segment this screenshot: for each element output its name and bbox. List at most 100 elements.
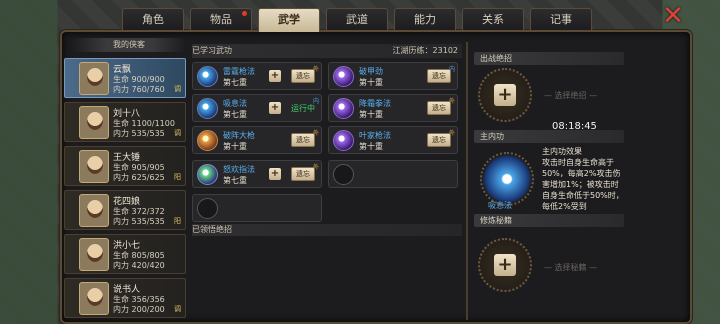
forget-button[interactable]: 遗忘 [291, 133, 315, 147]
forget-button[interactable]: 遗忘 [427, 69, 451, 83]
tab-label: 关系 [482, 13, 504, 26]
skill-icon [197, 130, 218, 151]
combat-move-placeholder: — 选择绝招 — [544, 91, 598, 100]
hero-tag: 阳 [174, 173, 181, 181]
upgrade-button[interactable]: + [269, 102, 281, 114]
hero-mp: 内力 200/200 [113, 305, 165, 314]
hero-card[interactable]: 云飘 生命 900/900 内力 760/760 调 [64, 58, 186, 98]
learned-skills-title: 已学习武功 [192, 46, 232, 55]
hero-mp: 内力 420/420 [113, 261, 165, 270]
skill-name: 破阵大枪 [223, 131, 255, 140]
forget-button[interactable]: 遗忘 [291, 69, 315, 83]
hero-list: 云飘 生命 900/900 内力 760/760 调刘十八 生命 1100/1100 内力… [64, 58, 186, 322]
inner-skill-name: 吸息法 [488, 201, 512, 210]
skill-card[interactable]: 叶家枪法 第十重外遗忘 [328, 126, 458, 154]
combat-move-slot[interactable]: + [478, 68, 532, 122]
section-divider [466, 42, 468, 320]
inner-skill-icon[interactable] [480, 152, 534, 206]
skill-level: 第七重 [223, 78, 247, 87]
close-icon[interactable]: ✕ [660, 3, 686, 29]
skill-icon [333, 130, 354, 151]
skill-name: 雷霆枪法 [223, 67, 255, 76]
hero-mp: 内力 760/760 [113, 85, 165, 94]
skill-name: 叶家枪法 [359, 131, 391, 140]
skill-icon [333, 66, 354, 87]
skill-card[interactable]: 吸息法 第七重内 + 运行中 [192, 94, 322, 122]
tab-3[interactable]: 武道 [326, 8, 388, 30]
secret-manual-slot[interactable]: + [478, 238, 532, 292]
hero-card[interactable]: 花四娘 生命 372/372 内力 535/535 阳 [64, 190, 186, 230]
upgrade-button[interactable]: + [269, 70, 281, 82]
combat-move-title: 出战绝招 [474, 52, 624, 65]
skill-name: 吸息法 [223, 99, 247, 108]
running-status: 运行中 [291, 104, 315, 113]
hero-portrait [79, 282, 109, 315]
tab-label: 物品 [210, 13, 232, 26]
skill-name: 降霜拳法 [359, 99, 391, 108]
hero-tag: 调 [174, 129, 181, 137]
hero-mp: 内力 535/535 [113, 217, 165, 226]
skill-icon [197, 164, 218, 185]
hero-portrait [79, 150, 109, 183]
hero-mp: 内力 535/535 [113, 129, 165, 138]
hero-tag: 阳 [174, 217, 181, 225]
skill-name: 破甲劲 [359, 67, 383, 76]
effect-text: 攻击时自身生命高于50%，每高2%攻击伤害增加1%；被攻击时自身生命低于50%时… [542, 158, 624, 211]
tab-5[interactable]: 关系 [462, 8, 524, 30]
skill-card[interactable]: 怒欢指法 第七重外 + 遗忘 [192, 160, 322, 188]
skill-level: 第七重 [223, 176, 247, 185]
heroes-header: 我的侠客 [72, 38, 186, 52]
add-icon: + [494, 254, 516, 276]
skill-card[interactable]: 破甲劲 第十重内遗忘 [328, 62, 458, 90]
effect-title: 主内功效果 [542, 147, 582, 156]
main-inner-title: 主内功 [474, 130, 624, 143]
tab-1[interactable]: 物品 [190, 8, 252, 30]
hero-mp: 内力 625/625 [113, 173, 165, 182]
skill-level: 第十重 [359, 110, 383, 119]
hero-tag: 调 [174, 85, 181, 93]
learned-skills-header: 已学习武功 江湖历练：23102 [192, 44, 462, 58]
forget-button[interactable]: 遗忘 [291, 167, 315, 181]
skill-card[interactable]: 雷霆枪法 第七重外 + 遗忘 [192, 62, 322, 90]
forget-button[interactable]: 遗忘 [427, 101, 451, 115]
tab-2[interactable]: 武学 [258, 8, 320, 32]
tab-0[interactable]: 角色 [122, 8, 184, 30]
skill-level: 第十重 [359, 78, 383, 87]
skill-card[interactable]: 破阵大枪 第十重外遗忘 [192, 126, 322, 154]
empty-slot-circle [333, 164, 354, 185]
forget-button[interactable]: 遗忘 [427, 133, 451, 147]
hero-card[interactable]: 刘十八 生命 1100/1100 内力 535/535 调 [64, 102, 186, 142]
skill-icon [197, 98, 218, 119]
notification-dot-icon [242, 11, 247, 16]
tab-4[interactable]: 能力 [394, 8, 456, 30]
hero-card[interactable]: 洪小七 生命 805/805 内力 420/420 [64, 234, 186, 274]
secret-manual-title: 修炼秘籍 [474, 214, 624, 227]
jianghu-exp: 江湖历练：23102 [392, 46, 458, 55]
empty-skill-slot[interactable] [328, 160, 458, 188]
comprehended-header: 已领悟绝招 [192, 224, 462, 236]
skill-level: 第十重 [359, 142, 383, 151]
skill-name: 怒欢指法 [223, 165, 255, 174]
empty-skill-slot[interactable] [192, 194, 322, 222]
tab-label: 武道 [346, 13, 368, 26]
skill-level: 第七重 [223, 110, 247, 119]
tab-label: 能力 [414, 13, 436, 26]
hero-card[interactable]: 王大锤 生命 905/905 内力 625/625 阳 [64, 146, 186, 186]
tab-6[interactable]: 记事 [530, 8, 592, 30]
add-icon: + [494, 84, 516, 106]
skill-icon [333, 98, 354, 119]
hero-portrait [79, 106, 109, 139]
hero-card[interactable]: 说书人 生命 356/356 内力 200/200 调 [64, 278, 186, 318]
tab-bar: 角色 物品 武学 武道 能力 关系 记事 [122, 8, 592, 32]
tab-label: 角色 [142, 13, 164, 26]
skill-icon [197, 66, 218, 87]
secret-manual-placeholder: — 选择秘籍 — [544, 263, 598, 272]
hero-portrait [79, 194, 109, 227]
skill-card[interactable]: 降霜拳法 第十重外遗忘 [328, 94, 458, 122]
tab-label: 记事 [550, 13, 572, 26]
hero-portrait [79, 62, 109, 95]
hero-tag: 调 [174, 305, 181, 313]
tab-label: 武学 [278, 13, 300, 26]
upgrade-button[interactable]: + [269, 168, 281, 180]
hero-portrait [79, 238, 109, 271]
